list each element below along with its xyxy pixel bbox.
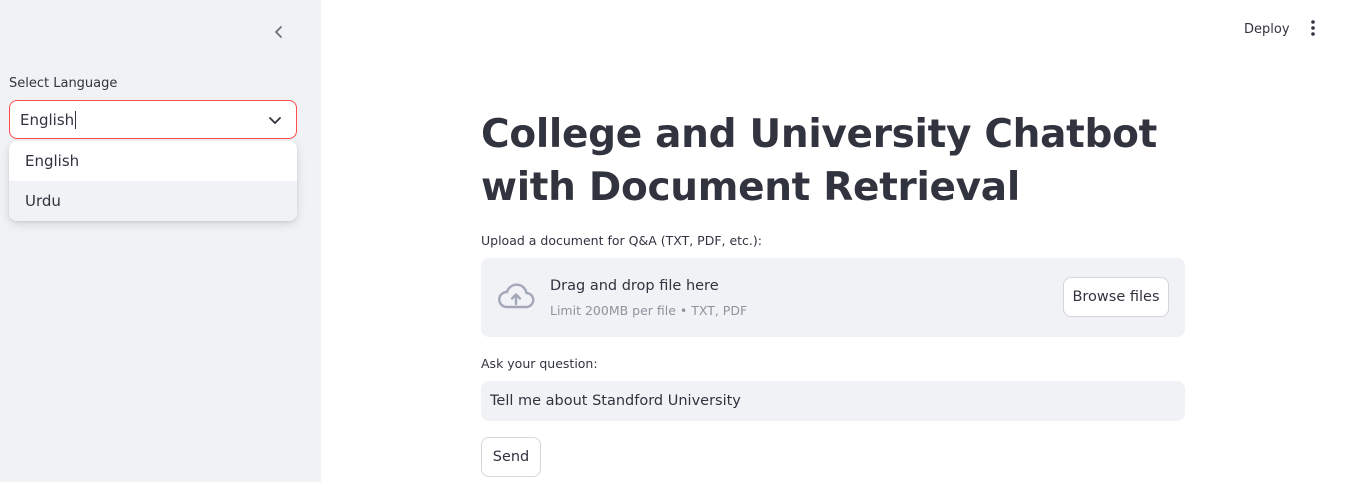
dropzone-limit-text: Limit 200MB per file • TXT, PDF: [550, 303, 748, 318]
app-root: Select Language English English Urdu Dep…: [0, 0, 1351, 482]
language-select-value: English: [20, 110, 75, 129]
main-menu-button[interactable]: [1304, 17, 1322, 39]
cloud-upload-icon: [498, 283, 535, 309]
vertical-dots-icon: [1311, 20, 1315, 36]
chevron-left-icon: [275, 26, 282, 38]
language-dropdown-menu: English Urdu: [9, 141, 297, 221]
language-select[interactable]: English: [9, 100, 297, 139]
dropzone-instructions: Drag and drop file here: [550, 278, 719, 294]
deploy-button[interactable]: Deploy: [1236, 17, 1298, 41]
question-label: Ask your question:: [481, 356, 598, 371]
dropdown-option-english[interactable]: English: [9, 141, 297, 181]
select-language-label: Select Language: [9, 76, 118, 91]
sidebar: Select Language English English Urdu: [0, 0, 321, 482]
dropdown-option-urdu[interactable]: Urdu: [9, 181, 297, 221]
send-button[interactable]: Send: [481, 437, 541, 477]
browse-files-button[interactable]: Browse files: [1063, 277, 1169, 317]
text-cursor: [75, 110, 77, 129]
file-dropzone[interactable]: Drag and drop file here Limit 200MB per …: [481, 258, 1185, 337]
question-input[interactable]: [481, 381, 1185, 421]
collapse-sidebar-button[interactable]: [268, 21, 290, 43]
page-title: College and University Chatbot with Docu…: [481, 112, 1157, 210]
chevron-down-icon: [269, 117, 281, 124]
upload-label: Upload a document for Q&A (TXT, PDF, etc…: [481, 233, 762, 248]
